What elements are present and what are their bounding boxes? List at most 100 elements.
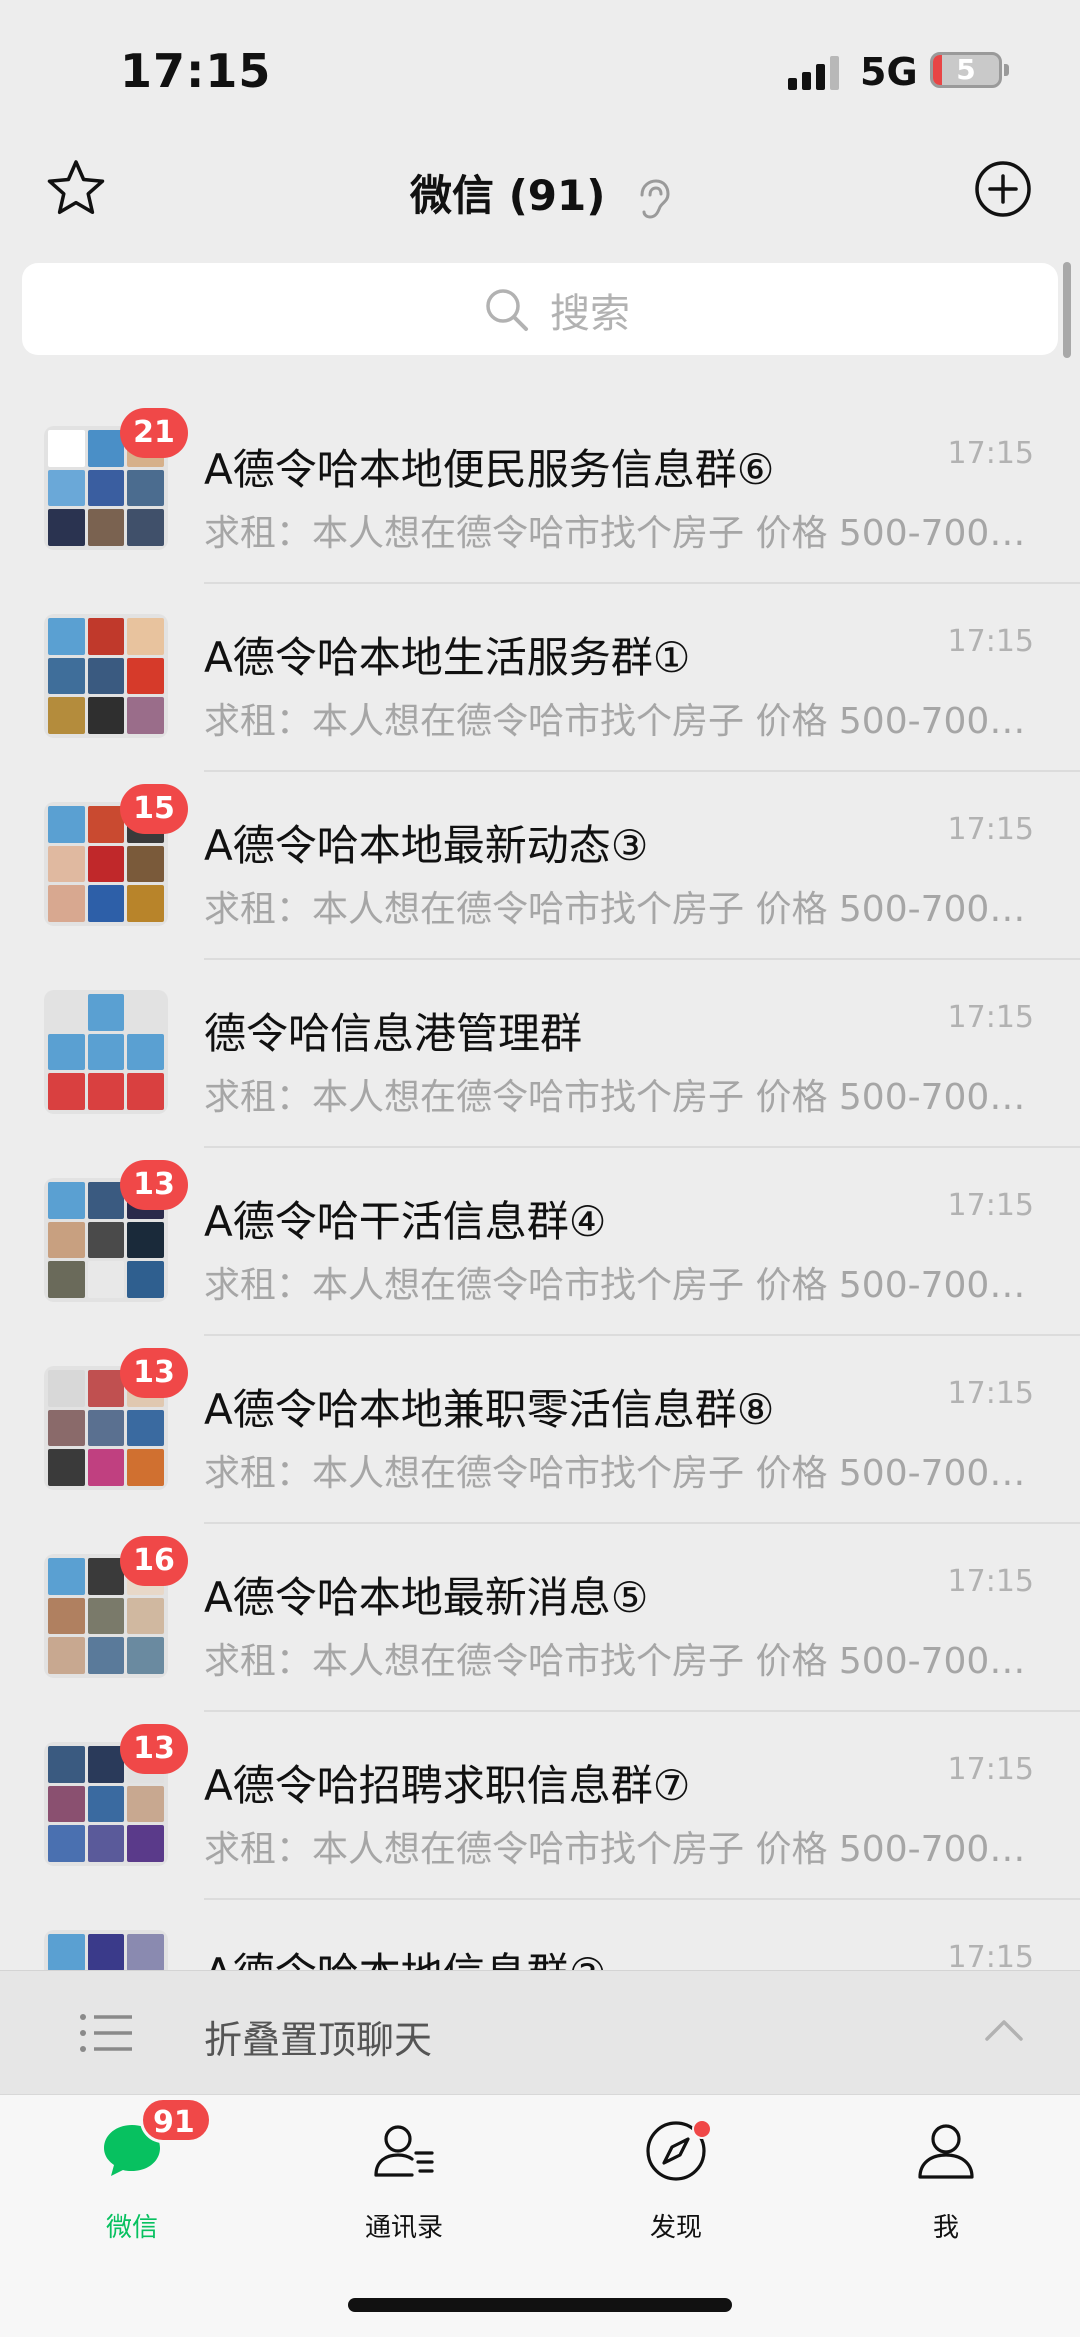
chat-last-message: 求租：本人想在德令哈市找个房子 价格 500-700 元左右 [204, 513, 1030, 554]
status-bar: 17:15 5G 5 [0, 0, 1080, 140]
avatar-tile [48, 1409, 85, 1447]
status-time: 17:15 [120, 44, 272, 98]
chat-last-message: 求租：本人想在德令哈市找个房子 价格 500-700 元左右 [204, 1641, 1030, 1682]
unread-badge: 91 [140, 2097, 212, 2143]
avatar-tile [48, 845, 85, 883]
avatar-tile [127, 1934, 164, 1970]
avatar-tile [48, 657, 85, 695]
notification-dot [692, 2119, 712, 2139]
avatar-tile [127, 1637, 164, 1674]
chat-list-item[interactable]: 德令哈信息港管理群 17:15 求租：本人想在德令哈市找个房子 价格 500-700… [0, 960, 1080, 1148]
battery-level: 5 [956, 53, 976, 86]
avatar-tile [87, 1637, 125, 1674]
chat-list-item[interactable]: 13 A德令哈本地兼职零活信息群⑧ 17:15 求租：本人想在德令哈市找个房子 价格 … [0, 1336, 1080, 1524]
avatar-tile [48, 1073, 85, 1110]
chat-last-message: 求租：本人想在德令哈市找个房子 价格 500-700 元左右 [204, 1265, 1030, 1306]
chat-list-item[interactable]: 16 A德令哈本地最新消息⑤ 17:15 求租：本人想在德令哈市找个房子 价格 500… [0, 1524, 1080, 1712]
avatar-tile [87, 994, 125, 1031]
unread-badge: 21 [120, 408, 188, 458]
tab-label: 微信 [105, 2213, 158, 2243]
page-title-text: 微信 (91) [409, 171, 606, 220]
tab-label: 发现 [649, 2213, 702, 2243]
avatar-tile [87, 885, 125, 922]
unread-badge: 13 [120, 1348, 188, 1398]
avatar-tile [48, 469, 85, 507]
tab-me[interactable]: 我 [856, 2119, 1036, 2259]
chat-time: 17:15 [947, 436, 1034, 471]
chat-time: 17:15 [947, 812, 1034, 847]
avatar-tile [48, 697, 85, 734]
avatar-tile [127, 509, 164, 546]
avatar-tile [87, 1221, 125, 1259]
avatar-tile [48, 430, 85, 467]
tab-label: 我 [932, 2213, 959, 2243]
avatar-tile [48, 1182, 85, 1219]
unread-badge: 13 [120, 1160, 188, 1210]
avatar-tile [48, 1370, 85, 1407]
group-avatar [44, 990, 168, 1114]
avatar-tile [87, 657, 125, 695]
chat-list-item[interactable]: 13 A德令哈招聘求职信息群⑦ 17:15 求租：本人想在德令哈市找个房子 价格 50… [0, 1712, 1080, 1900]
chat-time: 17:15 [947, 624, 1034, 659]
avatar-tile [87, 1449, 125, 1486]
avatar-tile [127, 1261, 164, 1298]
chevron-up-icon[interactable] [984, 2017, 1024, 2043]
avatar-tile [48, 618, 85, 655]
search-input[interactable]: 搜索 [22, 263, 1058, 355]
chat-name: A德令哈招聘求职信息群⑦ [204, 1761, 691, 1810]
avatar-tile [127, 618, 164, 655]
fold-label: 折叠置顶聊天 [204, 2018, 433, 2062]
avatar-tile [48, 1934, 85, 1970]
chat-name: A德令哈本地生活服务群① [204, 633, 691, 682]
avatar-tile [87, 1261, 125, 1298]
chat-list-item[interactable]: 21 A德令哈本地便民服务信息群⑥ 17:15 求租：本人想在德令哈市找个房子 价格 … [0, 396, 1080, 584]
scrollbar[interactable] [1063, 262, 1071, 358]
chat-last-message: 求租：本人想在德令哈市找个房子 价格 500-700 元左右 [204, 1077, 1030, 1118]
tab-discover[interactable]: 发现 [586, 2119, 766, 2259]
list-icon [80, 2014, 132, 2052]
chat-list-item[interactable]: A德令哈本地信息群②17:15求租：本人想在德令哈市找个房子 价格 500-70… [0, 1900, 1080, 1970]
avatar-tile [127, 1033, 164, 1071]
avatar-tile [127, 1449, 164, 1486]
chat-list-item[interactable]: 13 A德令哈干活信息群④ 17:15 求租：本人想在德令哈市找个房子 价格 500-… [0, 1148, 1080, 1336]
avatar-tile [87, 697, 125, 734]
avatar-tile [127, 1409, 164, 1447]
signal-icon [788, 54, 848, 90]
avatar-tile [48, 806, 85, 843]
avatar-tile [87, 1934, 125, 1970]
avatar-tile [127, 994, 164, 1031]
avatar-tile [127, 885, 164, 922]
avatar-tile [127, 845, 164, 883]
avatar-tile [127, 697, 164, 734]
group-avatar [44, 1930, 168, 1970]
search-placeholder: 搜索 [550, 291, 630, 337]
fold-pinned-chats-bar[interactable]: 折叠置顶聊天 [0, 1970, 1080, 2094]
avatar-tile [127, 1221, 164, 1259]
search-icon [486, 289, 528, 331]
chat-time: 17:15 [947, 1000, 1034, 1035]
avatar-tile [48, 1746, 85, 1783]
avatar-tile [48, 1597, 85, 1635]
plus-circle-icon[interactable] [974, 160, 1032, 218]
chat-last-message: 求租：本人想在德令哈市找个房子 价格 500-700 元左右 [204, 889, 1030, 930]
avatar-tile [87, 1033, 125, 1071]
chat-list-item[interactable]: A德令哈本地生活服务群① 17:15 求租：本人想在德令哈市找个房子 价格 500-… [0, 584, 1080, 772]
chat-name: A德令哈本地信息群② [204, 1940, 606, 1970]
avatar-tile [48, 1033, 85, 1071]
avatar-tile [87, 430, 125, 467]
avatar-tile [87, 1182, 125, 1219]
tab-contacts[interactable]: 通讯录 [314, 2119, 494, 2259]
chat-name: 德令哈信息港管理群 [204, 1009, 583, 1058]
avatar-tile [127, 469, 164, 507]
avatar-tile [87, 806, 125, 843]
avatar-tile [87, 1558, 125, 1595]
person-icon [918, 2124, 974, 2179]
avatar-tile [87, 1370, 125, 1407]
avatar-tile [87, 845, 125, 883]
ear-icon[interactable] [634, 177, 670, 221]
home-indicator [348, 2298, 732, 2312]
avatar-tile [48, 1261, 85, 1298]
avatar-tile [48, 1785, 85, 1823]
chat-list-item[interactable]: 15 A德令哈本地最新动态③ 17:15 求租：本人想在德令哈市找个房子 价格 500… [0, 772, 1080, 960]
avatar-tile [127, 1597, 164, 1635]
